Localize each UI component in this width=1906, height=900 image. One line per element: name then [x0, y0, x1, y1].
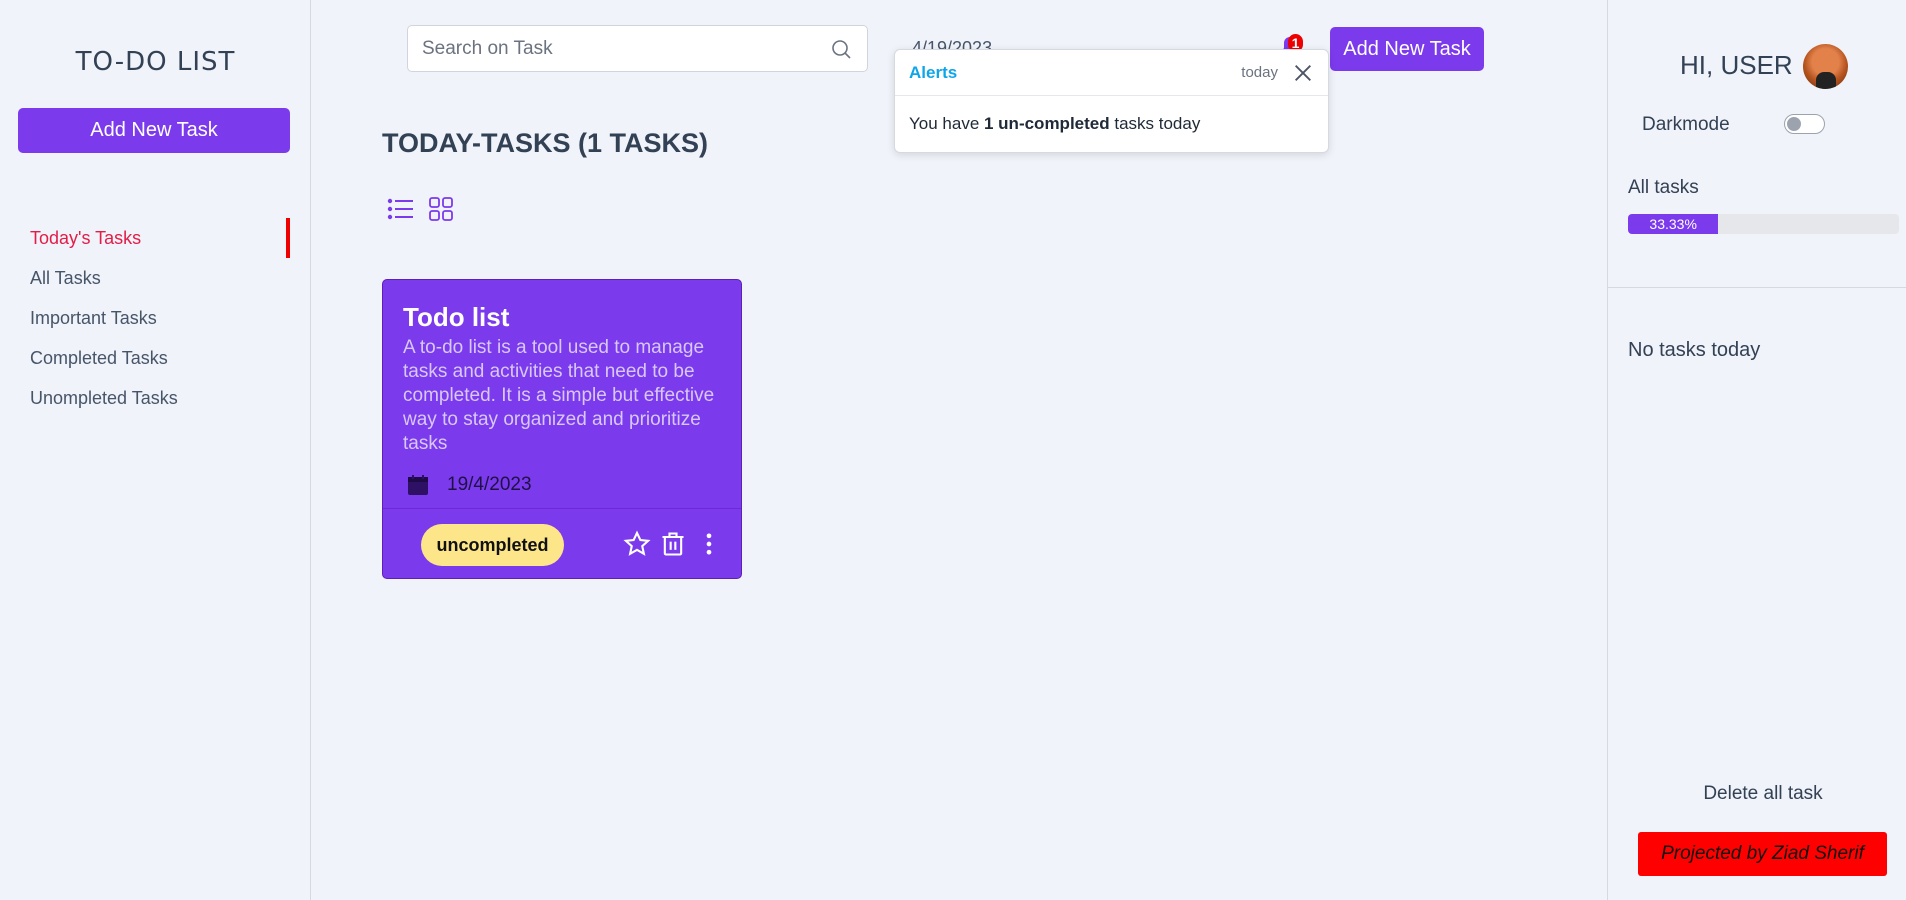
sidebar-item-completed-tasks[interactable]: Completed Tasks — [0, 338, 311, 378]
search-input[interactable] — [422, 37, 829, 60]
app-title: TO-DO LIST — [75, 47, 236, 77]
section-title: TODAY-TASKS (1 TASKS) — [382, 128, 709, 158]
alert-popup: Alerts today You have 1 un-completed tas… — [894, 49, 1329, 153]
divider — [1608, 287, 1906, 288]
alert-message-bold: 1 un-completed — [984, 114, 1110, 133]
alert-message-suffix: tasks today — [1109, 114, 1201, 133]
sidebar-item-uncompleted-tasks[interactable]: Unompleted Tasks — [0, 378, 311, 418]
star-icon[interactable] — [623, 530, 651, 558]
list-view-icon[interactable] — [387, 195, 415, 223]
header-add-task-button[interactable]: Add New Task — [1330, 27, 1484, 71]
search-icon[interactable] — [829, 37, 853, 61]
delete-all-button[interactable]: Delete all task — [1608, 783, 1906, 805]
search-box — [407, 25, 868, 72]
close-icon[interactable] — [1292, 62, 1314, 84]
card-divider — [383, 508, 741, 509]
calendar-icon — [408, 475, 428, 495]
task-date-row: 19/4/2023 — [407, 474, 532, 496]
more-vertical-icon[interactable] — [695, 530, 723, 558]
sidebar-item-important-tasks[interactable]: Important Tasks — [0, 298, 311, 338]
grid-view-icon[interactable] — [427, 195, 455, 223]
empty-state-message: No tasks today — [1628, 339, 1761, 361]
darkmode-label: Darkmode — [1642, 114, 1730, 135]
darkmode-toggle[interactable] — [1784, 114, 1825, 134]
alert-message: You have 1 un-completed tasks today — [895, 96, 1328, 152]
view-toggle — [387, 195, 455, 223]
task-date: 19/4/2023 — [447, 474, 532, 495]
right-sidebar: HI, USER Darkmode All tasks 33.33% No ta… — [1607, 0, 1906, 900]
sidebar-nav: Today's Tasks All Tasks Important Tasks … — [0, 218, 311, 418]
progress-fill: 33.33% — [1628, 214, 1719, 234]
credit-banner[interactable]: Projected by Ziad Sherif — [1638, 832, 1887, 876]
sidebar-add-task-button[interactable]: Add New Task — [18, 108, 290, 153]
sidebar-item-todays-tasks[interactable]: Today's Tasks — [0, 218, 311, 258]
progress-label: All tasks — [1628, 177, 1699, 198]
avatar[interactable] — [1803, 44, 1848, 89]
task-card[interactable]: Todo list A to-do list is a tool used to… — [382, 279, 742, 579]
task-description: A to-do list is a tool used to manage ta… — [403, 337, 715, 454]
status-badge[interactable]: uncompleted — [421, 524, 564, 566]
alert-title: Alerts — [909, 62, 958, 82]
alert-header: Alerts today — [895, 50, 1328, 96]
left-sidebar: TO-DO LIST Add New Task Today's Tasks Al… — [0, 0, 311, 900]
task-title: Todo list — [403, 302, 510, 332]
progress-bar: 33.33% — [1628, 214, 1899, 234]
alert-message-prefix: You have — [909, 114, 984, 133]
sidebar-item-all-tasks[interactable]: All Tasks — [0, 258, 311, 298]
task-actions — [623, 530, 723, 558]
alert-time: today — [1241, 64, 1278, 81]
trash-icon[interactable] — [659, 530, 687, 558]
user-greeting: HI, USER — [1680, 50, 1793, 80]
